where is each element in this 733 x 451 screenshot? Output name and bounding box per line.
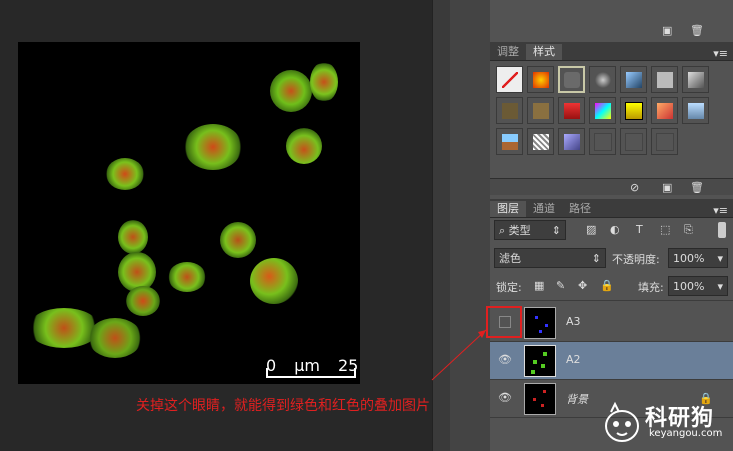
layer-name: A2	[566, 353, 581, 366]
tab-channels[interactable]: 通道	[526, 201, 562, 217]
layer-thumbnail	[524, 307, 556, 339]
chevron-down-icon[interactable]: ▾	[717, 249, 723, 269]
style-swatch[interactable]	[620, 128, 647, 155]
style-swatch[interactable]	[589, 128, 616, 155]
cell	[286, 128, 322, 164]
style-swatch[interactable]	[496, 128, 523, 155]
style-swatch[interactable]	[682, 66, 709, 93]
filter-adjustment-icon[interactable]: ◐	[610, 223, 620, 236]
cell	[310, 62, 338, 102]
lock-brush-icon[interactable]: ✎	[556, 279, 565, 292]
dog-logo-icon	[605, 401, 639, 442]
cell	[126, 286, 160, 316]
panel-top-strip	[490, 0, 733, 22]
dropdown-arrow-icon: ⇕	[551, 224, 561, 237]
tab-adjustments[interactable]: 调整	[490, 44, 526, 60]
scale-tick	[354, 368, 356, 378]
layers-tabs: 图层 通道 路径 ▾≡	[490, 199, 733, 218]
filter-type-icon[interactable]: T	[636, 223, 643, 236]
annotation-text: 关掉这个眼睛，就能得到绿色和红色的叠加图片	[136, 398, 430, 414]
layer-thumbnail	[524, 345, 556, 377]
style-swatch[interactable]	[527, 128, 554, 155]
cell	[168, 262, 206, 292]
style-swatch[interactable]	[589, 97, 616, 124]
cell	[220, 222, 256, 258]
right-panels: ▣ 🗑 调整 样式 ▾≡ ⊘ ▣ 🗑 图层 通道 路径 ▾≡ ⌕ 类型 ⇕ ▨ …	[490, 0, 733, 451]
style-swatch[interactable]	[527, 97, 554, 124]
style-swatch[interactable]	[558, 97, 585, 124]
blend-mode-value: 滤色	[499, 252, 521, 265]
filter-shape-icon[interactable]: ⬚	[660, 223, 670, 236]
layer-filter-select[interactable]: ⌕ 类型 ⇕	[494, 220, 566, 240]
cell	[118, 220, 148, 254]
lock-move-icon[interactable]: ✥	[578, 279, 587, 292]
blend-mode-select[interactable]: 滤色 ⇕	[494, 248, 606, 268]
trash-icon[interactable]: 🗑	[690, 24, 704, 37]
layer-row-a3[interactable]: A3	[490, 304, 733, 342]
style-swatch[interactable]	[651, 66, 678, 93]
panel-menu-icon[interactable]: ▾≡	[708, 204, 733, 217]
collapsed-panel-dock[interactable]	[450, 0, 491, 451]
scroll-gutter[interactable]	[432, 0, 452, 451]
new-item-icon[interactable]: ▣	[662, 24, 672, 37]
eye-icon[interactable]: 👁	[498, 353, 512, 367]
panel-menu-icon[interactable]: ▾≡	[708, 47, 733, 60]
style-swatch[interactable]	[558, 128, 585, 155]
style-swatch[interactable]	[558, 66, 585, 93]
chevron-down-icon[interactable]: ▾	[717, 277, 723, 297]
document-canvas-area: 0 μm 25	[0, 0, 432, 451]
cell	[88, 318, 142, 358]
style-swatch-none[interactable]	[496, 66, 523, 93]
lock-all-icon[interactable]: 🔒	[600, 279, 614, 292]
dropdown-arrow-icon: ⇕	[591, 252, 601, 265]
tab-paths[interactable]: 路径	[562, 201, 598, 217]
brand-url: keyangou.com	[649, 428, 723, 439]
styles-tabs: 调整 样式 ▾≡	[490, 42, 733, 61]
tab-layers[interactable]: 图层	[490, 201, 526, 217]
scale-bar: 0 μm 25	[266, 356, 358, 378]
opacity-value: 100%	[673, 252, 705, 265]
eye-icon[interactable]: 👁	[498, 391, 512, 405]
filter-pixel-icon[interactable]: ▨	[586, 223, 596, 236]
style-swatch[interactable]	[620, 66, 647, 93]
style-swatch[interactable]	[589, 66, 616, 93]
lock-label: 锁定:	[496, 281, 522, 294]
fill-field[interactable]: 100% ▾	[668, 276, 728, 296]
filter-kind-label: 类型	[508, 224, 531, 237]
cell	[270, 70, 312, 112]
style-swatch[interactable]	[496, 97, 523, 124]
opacity-label: 不透明度:	[612, 253, 660, 266]
fill-label: 填充:	[638, 281, 664, 294]
filter-toggle[interactable]	[718, 222, 726, 238]
cell	[106, 158, 144, 190]
microscopy-image[interactable]: 0 μm 25	[18, 42, 360, 384]
scale-tick	[266, 368, 268, 378]
new-style-icon[interactable]: ▣	[662, 181, 672, 194]
lock-transparent-icon[interactable]: ▦	[534, 279, 544, 292]
tab-styles[interactable]: 样式	[526, 44, 562, 60]
layer-thumbnail	[524, 383, 556, 415]
filter-smartobject-icon[interactable]: ⎘	[684, 223, 693, 237]
cell	[250, 258, 298, 304]
layer-name: A3	[566, 315, 581, 328]
watermark-logo: 科研狗 keyangou.com	[603, 398, 728, 448]
opacity-field[interactable]: 100% ▾	[668, 248, 728, 268]
scale-unit: μm	[294, 356, 320, 375]
no-style-icon[interactable]: ⊘	[630, 181, 639, 194]
layer-row-a2[interactable]: 👁 A2	[490, 342, 733, 380]
style-swatch[interactable]	[682, 97, 709, 124]
layer-name: 背景	[566, 393, 588, 406]
fill-value: 100%	[673, 280, 705, 293]
trash-icon[interactable]: 🗑	[690, 181, 704, 194]
style-swatch[interactable]	[651, 97, 678, 124]
search-icon: ⌕	[499, 224, 506, 237]
style-swatch[interactable]	[527, 66, 554, 93]
cell	[184, 124, 242, 170]
style-swatch[interactable]	[651, 128, 678, 155]
divider	[490, 300, 733, 301]
styles-swatch-grid	[496, 66, 713, 159]
highlight-box	[486, 306, 522, 338]
scale-line	[266, 376, 356, 378]
style-swatch[interactable]	[620, 97, 647, 124]
